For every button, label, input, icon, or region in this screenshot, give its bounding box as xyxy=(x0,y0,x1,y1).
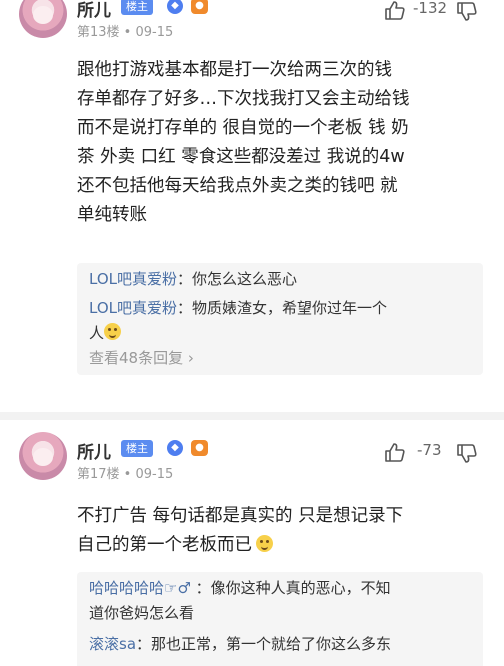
reply-item[interactable]: LOL吧真爱粉：你怎么这么恶心 xyxy=(77,267,483,292)
author-name[interactable]: 所儿 xyxy=(77,0,111,21)
reply-author[interactable]: LOL吧真爱粉 xyxy=(89,299,177,317)
reply-author[interactable]: LOL吧真爱粉 xyxy=(89,270,177,288)
reply-text: ：你怎么这么恶心 xyxy=(177,270,298,288)
game-controller-icon: ● xyxy=(191,440,208,456)
owner-badge: 楼主 xyxy=(121,0,153,15)
body-line: 不打广告 每句话都是真实的 只是想记录下 xyxy=(77,506,404,526)
body-line: 还不包括他每天给我点外卖之类的钱吧 就 xyxy=(77,176,398,196)
post-meta: 第17楼 • 09-15 xyxy=(77,467,174,482)
like-count: -73 xyxy=(417,441,442,459)
author-name[interactable]: 所儿 xyxy=(77,438,111,463)
body-line: 自己的第一个老板而已 xyxy=(77,535,252,555)
vip-shield-icon: ◆ xyxy=(167,0,183,14)
body-line: 存单都存了好多…下次找我打又会主动给钱 xyxy=(77,89,410,109)
body-line: 而不是说打存单的 很自觉的一个老板 钱 奶 xyxy=(77,118,409,138)
reply-text: 人 xyxy=(89,324,105,342)
body-line: 单纯转账 xyxy=(77,205,147,225)
reply-text: ：那也正常，第一个就给了你这么多东 xyxy=(136,635,392,653)
smile-emoji-icon xyxy=(104,323,122,340)
game-controller-icon: ● xyxy=(191,0,208,14)
reply-text: 道你爸妈怎么看 xyxy=(89,604,195,622)
body-line-wrap: 自己的第一个老板而已 xyxy=(77,531,477,560)
like-count: -132 xyxy=(413,0,448,17)
avatar[interactable] xyxy=(19,0,67,38)
body-line: 跟他打游戏基本都是打一次给两三次的钱 xyxy=(77,60,392,80)
reply-text: ：物质婊渣女，希望你过年一个 xyxy=(177,299,388,317)
reply-box: 哈哈哈哈哈☞♂ ：像你这种人真的恶心，不知 道你爸妈怎么看 滚滚sa：那也正常，… xyxy=(77,572,483,666)
reply-item[interactable]: 哈哈哈哈哈☞♂ ：像你这种人真的恶心，不知 道你爸妈怎么看 xyxy=(77,576,483,626)
post-meta: 第13楼 • 09-15 xyxy=(77,25,174,40)
reply-author[interactable]: 哈哈哈哈哈☞♂ xyxy=(89,579,191,597)
grimace-emoji-icon xyxy=(256,535,273,552)
vip-shield-icon: ◆ xyxy=(167,440,183,456)
owner-badge: 楼主 xyxy=(121,440,153,457)
reply-item[interactable]: 滚滚sa：那也正常，第一个就给了你这么多东 xyxy=(77,632,483,657)
reply-item[interactable]: LOL吧真爱粉：物质婊渣女，希望你过年一个 人 xyxy=(77,296,483,346)
thumbs-down-icon[interactable] xyxy=(456,444,478,464)
reply-box: LOL吧真爱粉：你怎么这么恶心 LOL吧真爱粉：物质婊渣女，希望你过年一个 人 … xyxy=(77,263,483,375)
thumbs-up-icon[interactable] xyxy=(384,442,406,462)
reply-text: ：像你这种人真的恶心，不知 xyxy=(190,579,391,597)
post-body: 不打广告 每句话都是真实的 只是想记录下 自己的第一个老板而已 xyxy=(77,502,477,560)
post-body: 跟他打游戏基本都是打一次给两三次的钱 存单都存了好多…下次找我打又会主动给钱 而… xyxy=(77,56,477,230)
view-more-replies-link[interactable]: 查看48条回复 › xyxy=(77,346,483,371)
thumbs-down-icon[interactable] xyxy=(456,2,478,22)
avatar[interactable] xyxy=(19,432,67,480)
body-line: 茶 外卖 口红 零食这些都没差过 我说的4w xyxy=(77,147,405,167)
thumbs-up-icon[interactable] xyxy=(384,0,406,20)
post-divider xyxy=(0,412,504,420)
reply-author[interactable]: 滚滚sa xyxy=(89,635,136,653)
